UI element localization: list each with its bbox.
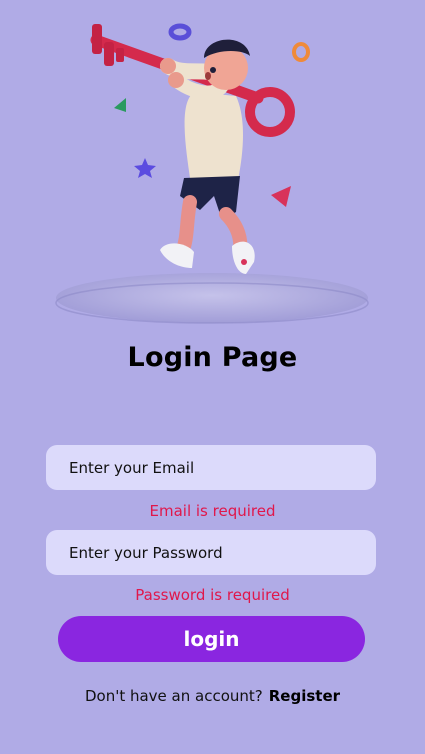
login-button[interactable]: login [58, 616, 365, 662]
register-prompt: Don't have an account? Register [0, 687, 425, 705]
password-input[interactable] [46, 530, 376, 575]
sweater-shape [184, 92, 243, 180]
platform-shape [56, 273, 368, 323]
ring-shape-purple [168, 23, 192, 41]
register-prompt-text: Don't have an account? [84, 687, 263, 705]
star-shape [134, 158, 156, 178]
hero-illustration [55, 23, 369, 324]
email-error-message: Email is required [149, 502, 276, 520]
email-input[interactable] [46, 445, 376, 490]
triangle-shape-green [114, 98, 126, 112]
triangle-shape-red [271, 186, 291, 207]
shoe-right-shape [232, 241, 255, 274]
ring-shape-orange [292, 42, 310, 62]
password-error-message: Password is required [135, 586, 290, 604]
register-link[interactable]: Register [269, 687, 340, 705]
page-title: Login Page [127, 342, 298, 373]
